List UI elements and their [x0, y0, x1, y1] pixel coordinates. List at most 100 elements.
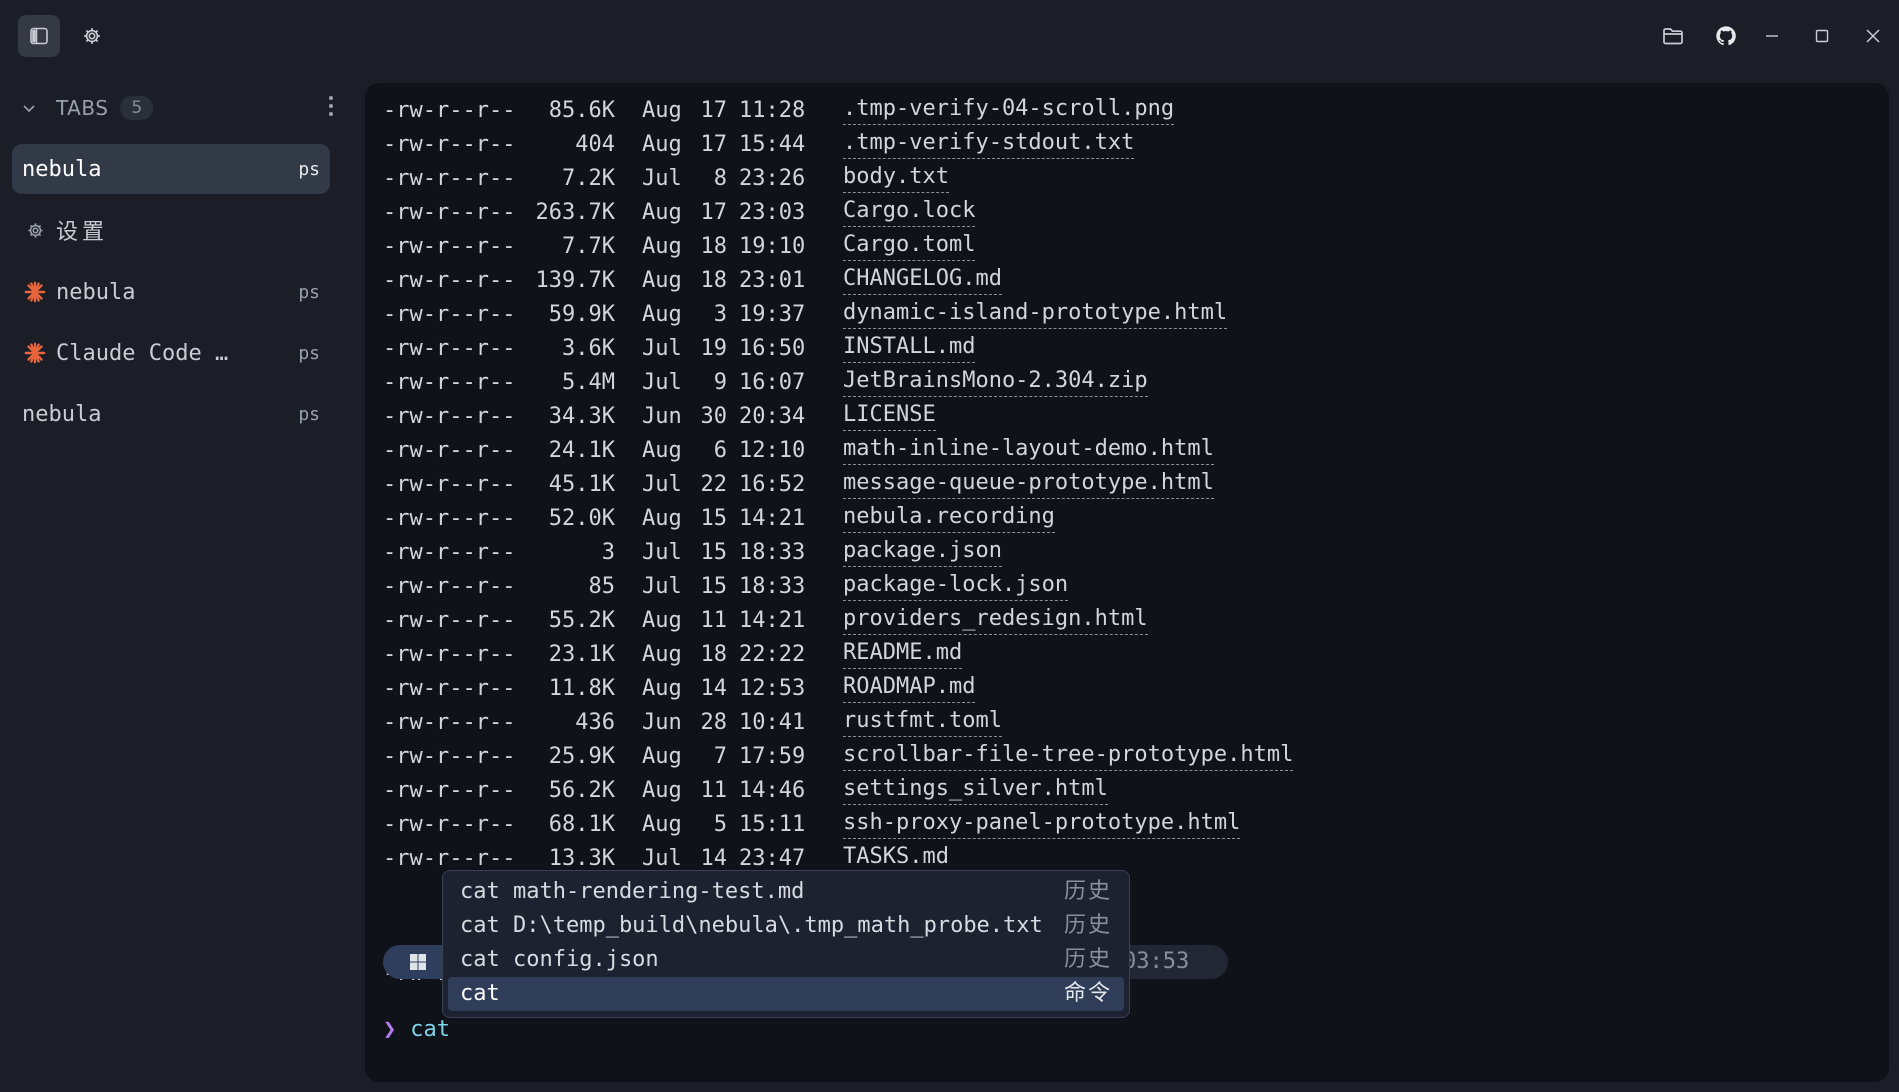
file-name-link[interactable]: README.md	[843, 638, 963, 669]
suggestion-text: cat D:\temp_build\nebula\.tmp_math_probe…	[460, 913, 1043, 938]
tab-shell-badge: ps	[298, 342, 320, 364]
file-size: 7.2K	[562, 166, 615, 191]
file-size: 3.6K	[562, 336, 615, 361]
file-name-link[interactable]: Cargo.lock	[843, 196, 976, 227]
file-month: Aug	[642, 608, 682, 633]
command-line[interactable]: ❯ cat	[383, 1013, 450, 1047]
suggestion-text: cat math-rendering-test.md	[460, 879, 805, 904]
open-folder-button[interactable]	[1654, 17, 1692, 55]
file-month: Aug	[642, 98, 682, 123]
file-month: Aug	[642, 132, 682, 157]
file-day: 18	[700, 268, 728, 293]
file-name-link[interactable]: .tmp-verify-04-scroll.png	[843, 94, 1175, 125]
file-day: 15	[700, 506, 728, 531]
more-vertical-icon[interactable]	[328, 94, 334, 118]
file-time: 19:37	[739, 302, 806, 327]
suggestion-item[interactable]: cat math-rendering-test.md 历史	[448, 875, 1124, 909]
file-day: 6	[713, 438, 727, 463]
file-size: 56.2K	[548, 778, 615, 803]
suggestion-kind: 历史	[1063, 913, 1112, 938]
file-size: 23.1K	[548, 642, 615, 667]
file-month: Aug	[642, 506, 682, 531]
tab-shell-badge: ps	[298, 281, 320, 303]
file-name-link[interactable]: INSTALL.md	[843, 332, 976, 363]
file-month: Aug	[642, 302, 682, 327]
tabs-title: TABS	[56, 96, 109, 120]
maximize-button[interactable]	[1803, 17, 1841, 55]
file-name-link[interactable]: JetBrainsMono-2.304.zip	[843, 366, 1148, 397]
file-day: 3	[713, 302, 727, 327]
file-name-link[interactable]: scrollbar-file-tree-prototype.html	[843, 740, 1294, 771]
file-size: 25.9K	[548, 744, 615, 769]
file-name-link[interactable]: settings_silver.html	[843, 774, 1108, 805]
file-month: Jul	[642, 540, 682, 565]
suggestion-text: cat	[460, 981, 500, 1006]
file-size: 34.3K	[548, 404, 615, 429]
file-time: 17:59	[739, 744, 806, 769]
file-size: 263.7K	[535, 200, 615, 225]
sidebar-tab-nebula-claude[interactable]: nebula ps	[12, 267, 330, 317]
autocomplete-popup: cat math-rendering-test.md 历史 cat D:\tem…	[442, 870, 1130, 1018]
sidebar-tab-nebula-2[interactable]: nebula ps	[12, 389, 330, 439]
file-name-link[interactable]: message-queue-prototype.html	[843, 468, 1214, 499]
file-day: 17	[700, 98, 728, 123]
file-name-link[interactable]: providers_redesign.html	[843, 604, 1148, 635]
suggestion-kind: 历史	[1063, 947, 1112, 972]
minimize-button[interactable]	[1753, 17, 1791, 55]
github-button[interactable]	[1707, 17, 1745, 55]
file-day: 30	[700, 404, 728, 429]
suggestion-kind: 历史	[1063, 879, 1112, 904]
file-name-link[interactable]: package-lock.json	[843, 570, 1069, 601]
file-day: 9	[713, 370, 727, 395]
chevron-down-icon[interactable]	[22, 101, 38, 115]
claude-asterisk-icon	[22, 279, 48, 305]
file-name-link[interactable]: LICENSE	[843, 400, 936, 431]
suggestion-item[interactable]: cat config.json 历史	[448, 943, 1124, 977]
sidebar-tab-settings[interactable]: 设置	[12, 205, 330, 255]
folder-icon	[1663, 28, 1683, 45]
file-time: 12:10	[739, 438, 806, 463]
sidebar-tab-nebula-active[interactable]: nebula ps	[12, 144, 330, 194]
file-size: 85	[588, 574, 616, 599]
file-month: Jul	[642, 370, 682, 395]
settings-button[interactable]	[74, 15, 110, 57]
claude-asterisk-icon	[22, 340, 48, 366]
title-bar	[0, 0, 1899, 70]
command-input[interactable]: cat	[410, 1017, 450, 1042]
file-name-link[interactable]: ROADMAP.md	[843, 672, 976, 703]
file-size: 59.9K	[548, 302, 615, 327]
file-name-link[interactable]: rustfmt.toml	[843, 706, 1002, 737]
suggestion-item-selected[interactable]: cat 命令	[448, 977, 1124, 1011]
file-day: 11	[700, 778, 728, 803]
tab-label: Claude Code …	[56, 340, 229, 366]
file-size: 85.6K	[548, 98, 615, 123]
maximize-icon	[1815, 29, 1829, 43]
file-name-link[interactable]: package.json	[843, 536, 1002, 567]
sidebar-tab-claude-code[interactable]: Claude Code … ps	[12, 328, 330, 378]
file-size: 436	[575, 710, 615, 735]
file-name-link[interactable]: ssh-proxy-panel-prototype.html	[843, 808, 1241, 839]
file-day: 28	[700, 710, 728, 735]
close-button[interactable]	[1854, 17, 1892, 55]
file-size: 68.1K	[548, 812, 615, 837]
file-month: Jun	[642, 710, 682, 735]
file-time: 23:26	[739, 166, 806, 191]
file-name-link[interactable]: math-inline-layout-demo.html	[843, 434, 1214, 465]
file-name-link[interactable]: nebula.recording	[843, 502, 1055, 533]
file-month: Jul	[642, 472, 682, 497]
file-month: Jul	[642, 166, 682, 191]
file-name-link[interactable]: CHANGELOG.md	[843, 264, 1002, 295]
file-time: 10:41	[739, 710, 806, 735]
file-name-link[interactable]: .tmp-verify-stdout.txt	[843, 128, 1135, 159]
toggle-sidebar-button[interactable]	[18, 15, 60, 57]
tabs-header[interactable]: TABS 5	[22, 92, 342, 124]
file-time: 14:46	[739, 778, 806, 803]
tabs-count-badge: 5	[120, 96, 154, 120]
gear-icon	[22, 217, 48, 243]
suggestion-item[interactable]: cat D:\temp_build\nebula\.tmp_math_probe…	[448, 909, 1124, 943]
file-name-link[interactable]: body.txt	[843, 162, 949, 193]
file-name-link[interactable]: Cargo.toml	[843, 230, 976, 261]
file-name-link[interactable]: dynamic-island-prototype.html	[843, 298, 1228, 329]
file-day: 5	[713, 812, 727, 837]
file-day: 15	[700, 540, 728, 565]
